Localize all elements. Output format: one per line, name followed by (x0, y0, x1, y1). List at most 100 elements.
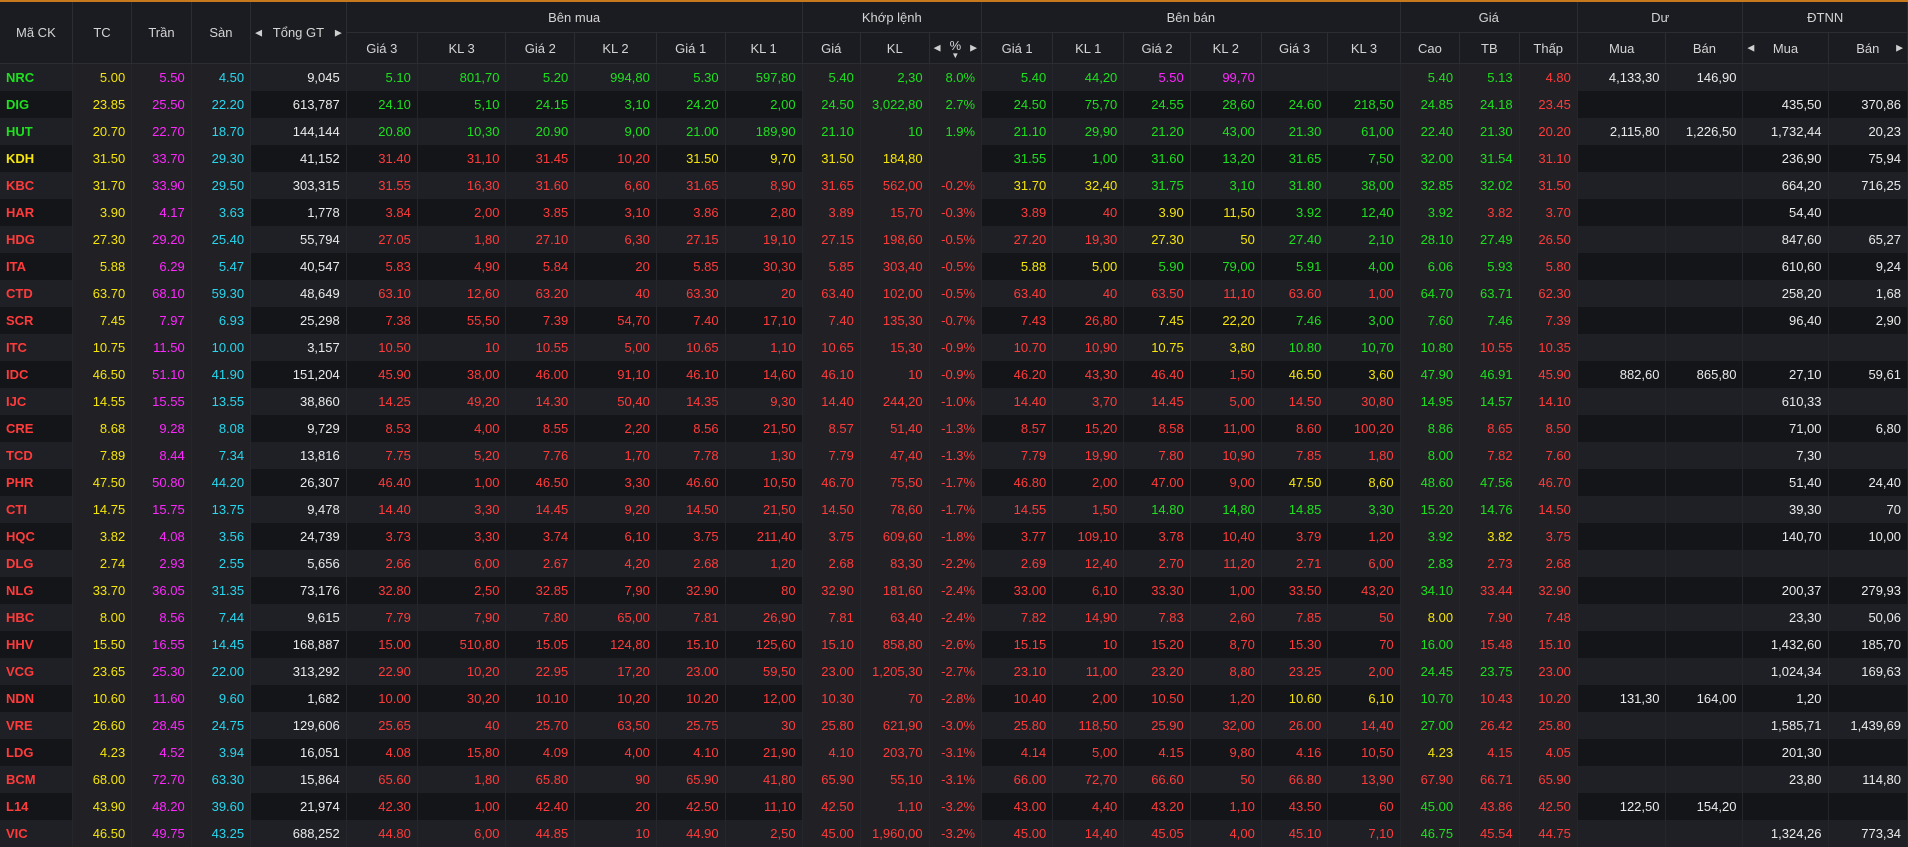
table-row[interactable]: CRE8.689.288.089,7298.534,008.552,208.56… (0, 415, 1908, 442)
col-total-value-header[interactable]: ◀ Tổng GT ▶ (251, 2, 347, 64)
scroll-left-icon[interactable]: ◀ (255, 27, 262, 38)
price-subheader-2[interactable]: Thấp (1519, 33, 1577, 64)
table-row[interactable]: HBC8.008.567.449,6157.797,907.8065,007.8… (0, 604, 1908, 631)
cell-sym[interactable]: SCR (0, 307, 72, 334)
cell-match-vol: 47,40 (860, 442, 929, 469)
scroll-left-icon[interactable]: ◀ (1747, 43, 1754, 54)
table-row[interactable]: KBC31.7033.9029.50303,31531.5516,3031.60… (0, 172, 1908, 199)
cell-sym[interactable]: VCG (0, 658, 72, 685)
table-row[interactable]: L1443.9048.2039.6021,97442.301,0042.4020… (0, 793, 1908, 820)
table-row[interactable]: CTD63.7068.1059.3048,64963.1012,6063.204… (0, 280, 1908, 307)
table-row[interactable]: HQC3.824.083.5624,7393.733,303.746,103.7… (0, 523, 1908, 550)
cell-ask3-price: 21.30 (1261, 118, 1327, 145)
cell-sym[interactable]: TCD (0, 442, 72, 469)
foreign-subheader-1[interactable]: Bán▶ (1828, 33, 1907, 64)
cell-sym[interactable]: NRC (0, 64, 72, 92)
table-row[interactable]: LDG4.234.523.9416,0514.0815,804.094,004.… (0, 739, 1908, 766)
cell-sym[interactable]: IJC (0, 388, 72, 415)
scroll-right-icon[interactable]: ▶ (970, 43, 977, 54)
col-ref-header[interactable]: TC (72, 2, 131, 64)
sell-subheader-3[interactable]: KL 2 (1190, 33, 1261, 64)
table-row[interactable]: VIC46.5049.7543.25688,25244.806,0044.851… (0, 820, 1908, 847)
sell-subheader-2[interactable]: Giá 2 (1124, 33, 1190, 64)
remain-subheader-0[interactable]: Mua (1577, 33, 1666, 64)
table-row[interactable]: HDG27.3029.2025.4055,79427.051,8027.106,… (0, 226, 1908, 253)
cell-sym[interactable]: HHV (0, 631, 72, 658)
cell-sym[interactable]: L14 (0, 793, 72, 820)
cell-sym[interactable]: CRE (0, 415, 72, 442)
cell-match-pct: -3.2% (929, 793, 981, 820)
buy-subheader-0[interactable]: Giá 3 (346, 33, 417, 64)
table-row[interactable]: HUT20.7022.7018.70144,14420.8010,3020.90… (0, 118, 1908, 145)
cell-sym[interactable]: VIC (0, 820, 72, 847)
sell-subheader-5[interactable]: KL 3 (1328, 33, 1400, 64)
cell-sym[interactable]: BCM (0, 766, 72, 793)
cell-avg: 2.73 (1460, 550, 1519, 577)
foreign-subheader-0[interactable]: ◀Mua (1743, 33, 1828, 64)
table-row[interactable]: VCG23.6525.3022.00313,29222.9010,2022.95… (0, 658, 1908, 685)
table-row[interactable]: ITC10.7511.5010.003,15710.501010.555,001… (0, 334, 1908, 361)
table-row[interactable]: SCR7.457.976.9325,2987.3855,507.3954,707… (0, 307, 1908, 334)
cell-sym[interactable]: HQC (0, 523, 72, 550)
sell-subheader-4[interactable]: Giá 3 (1261, 33, 1327, 64)
cell-sym[interactable]: HAR (0, 199, 72, 226)
buy-subheader-5[interactable]: KL 1 (725, 33, 802, 64)
table-row[interactable]: TCD7.898.447.3413,8167.755,207.761,707.7… (0, 442, 1908, 469)
table-row[interactable]: DIG23.8525.5022.20613,78724.105,1024.153… (0, 91, 1908, 118)
cell-bid1-price: 23.00 (656, 658, 725, 685)
scroll-left-icon[interactable]: ◀ (934, 43, 941, 54)
buy-subheader-2[interactable]: Giá 2 (506, 33, 575, 64)
table-row[interactable]: IDC46.5051.1041.90151,20445.9038,0046.00… (0, 361, 1908, 388)
cell-sym[interactable]: PHR (0, 469, 72, 496)
cell-sym[interactable]: ITC (0, 334, 72, 361)
col-symbol-header[interactable]: Mã CK (0, 2, 72, 64)
table-row[interactable]: DLG2.742.932.555,6562.666,002.674,202.68… (0, 550, 1908, 577)
col-floor-header[interactable]: Sàn (191, 2, 250, 64)
cell-floor: 7.34 (191, 442, 250, 469)
table-row[interactable]: IJC14.5515.5513.5538,86014.2549,2014.305… (0, 388, 1908, 415)
match-subheader-2[interactable]: ◀%▼▶ (929, 33, 981, 64)
table-row[interactable]: VRE26.6028.4524.75129,60625.654025.7063,… (0, 712, 1908, 739)
cell-sym[interactable]: HUT (0, 118, 72, 145)
table-row[interactable]: ITA5.886.295.4740,5475.834,905.84205.853… (0, 253, 1908, 280)
price-subheader-1[interactable]: TB (1460, 33, 1519, 64)
cell-sym[interactable]: HDG (0, 226, 72, 253)
cell-sym[interactable]: VRE (0, 712, 72, 739)
sell-subheader-1[interactable]: KL 1 (1053, 33, 1124, 64)
table-row[interactable]: HAR3.904.173.631,7783.842,003.853,103.86… (0, 199, 1908, 226)
price-subheader-0[interactable]: Cao (1400, 33, 1459, 64)
match-subheader-0[interactable]: Giá (802, 33, 860, 64)
table-row[interactable]: NDN10.6011.609.601,68210.0030,2010.1010,… (0, 685, 1908, 712)
cell-sym[interactable]: CTI (0, 496, 72, 523)
table-row[interactable]: CTI14.7515.7513.759,47814.403,3014.459,2… (0, 496, 1908, 523)
table-row[interactable]: HHV15.5016.5514.45168,88715.00510,8015.0… (0, 631, 1908, 658)
table-row[interactable]: PHR47.5050.8044.2026,30746.401,0046.503,… (0, 469, 1908, 496)
table-row[interactable]: NRC5.005.504.509,0455.10801,705.20994,80… (0, 64, 1908, 92)
cell-sym[interactable]: DLG (0, 550, 72, 577)
cell-sym[interactable]: HBC (0, 604, 72, 631)
sell-subheader-0[interactable]: Giá 1 (982, 33, 1053, 64)
remain-subheader-1[interactable]: Bán (1666, 33, 1743, 64)
cell-sym[interactable]: LDG (0, 739, 72, 766)
col-ceil-header[interactable]: Trần (132, 2, 191, 64)
cell-sym[interactable]: KDH (0, 145, 72, 172)
cell-high: 10.80 (1400, 334, 1459, 361)
buy-subheader-3[interactable]: KL 2 (575, 33, 657, 64)
cell-sym[interactable]: CTD (0, 280, 72, 307)
scroll-right-icon[interactable]: ▶ (335, 27, 342, 38)
cell-sym[interactable]: ITA (0, 253, 72, 280)
buy-subheader-4[interactable]: Giá 1 (656, 33, 725, 64)
cell-bid3-price: 63.10 (346, 280, 417, 307)
table-row[interactable]: BCM68.0072.7063.3015,86465.601,8065.8090… (0, 766, 1908, 793)
cell-sym[interactable]: KBC (0, 172, 72, 199)
cell-sym[interactable]: DIG (0, 91, 72, 118)
table-row[interactable]: NLG33.7036.0531.3573,17632.802,5032.857,… (0, 577, 1908, 604)
cell-bid2-vol: 65,00 (575, 604, 657, 631)
cell-sym[interactable]: NDN (0, 685, 72, 712)
match-subheader-1[interactable]: KL (860, 33, 929, 64)
table-row[interactable]: KDH31.5033.7029.3041,15231.4031,1031.451… (0, 145, 1908, 172)
scroll-right-icon[interactable]: ▶ (1896, 43, 1903, 54)
buy-subheader-1[interactable]: KL 3 (417, 33, 506, 64)
cell-sym[interactable]: IDC (0, 361, 72, 388)
cell-sym[interactable]: NLG (0, 577, 72, 604)
